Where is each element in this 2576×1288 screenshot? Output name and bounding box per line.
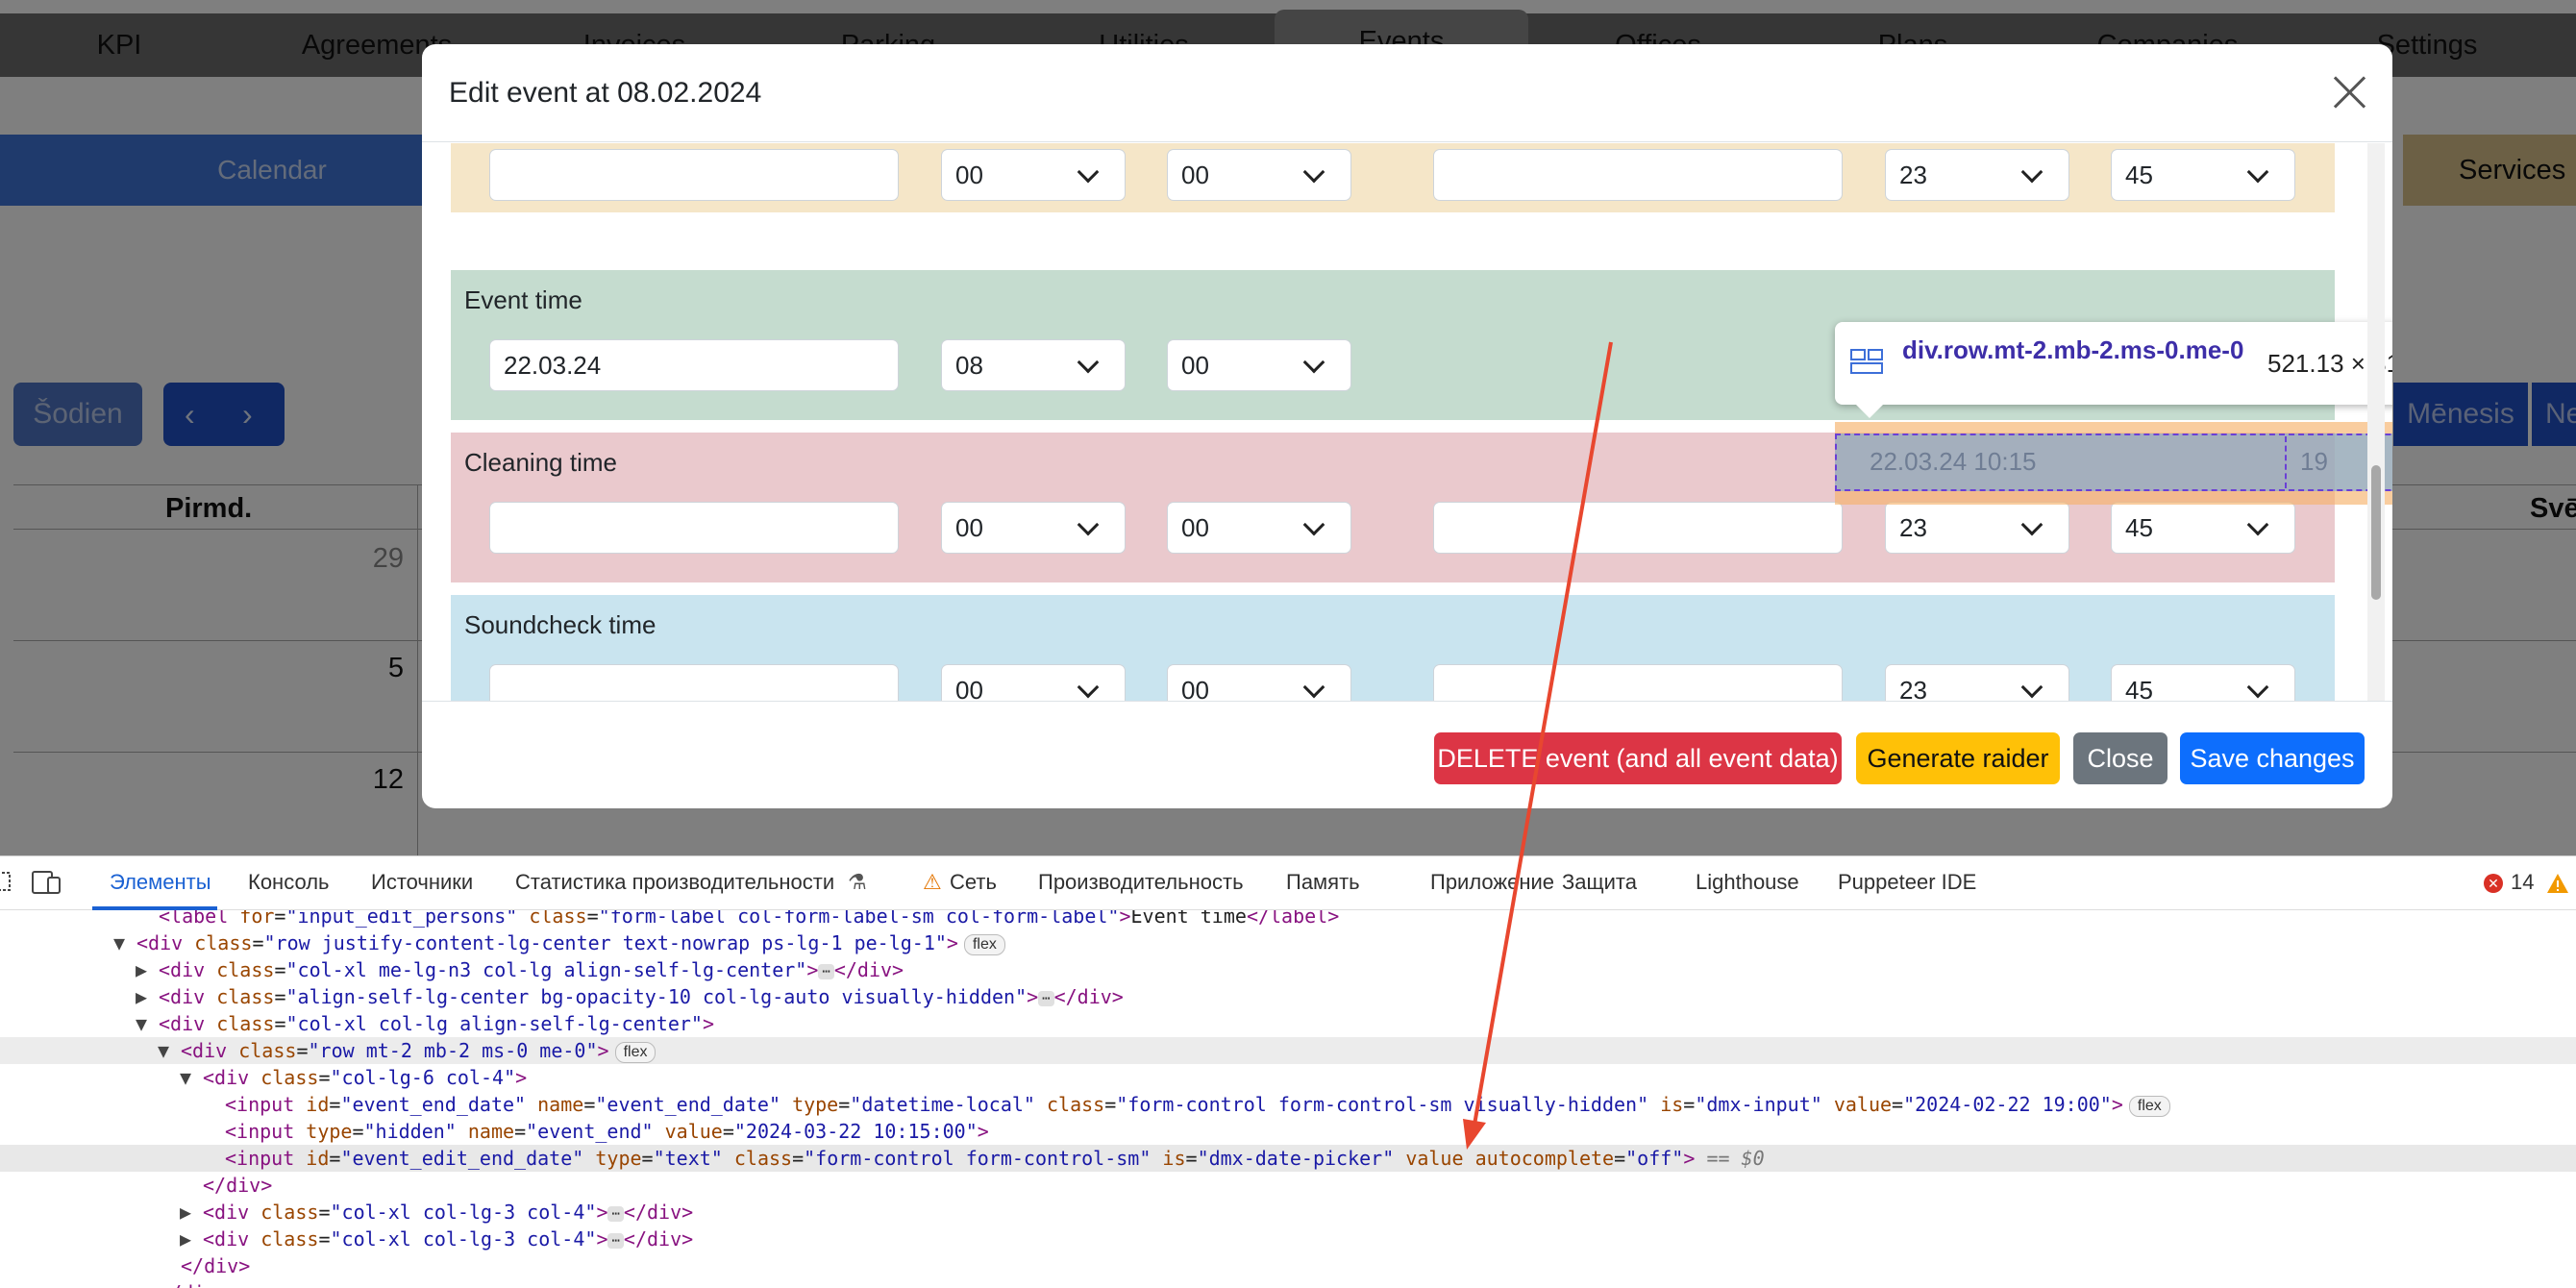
expand-toggle-icon[interactable]: ▶ <box>136 983 147 1010</box>
devtools-toolbar: Элементы Консоль Источники Статистика произ… <box>0 856 2576 910</box>
dom-node-line[interactable]: <input id="event_end_date" name="event_e… <box>0 1091 2576 1118</box>
inspector-selector: div.row.mt-2.mb-2.ms-0.me-0 <box>1902 335 2244 364</box>
experimental-flask-icon: ⚗ <box>848 870 867 894</box>
dom-node-line[interactable]: </div> <box>0 1279 2576 1288</box>
error-icon[interactable]: ✕ <box>2484 874 2503 893</box>
modal-footer: DELETE event (and all event data) Genera… <box>422 701 2392 808</box>
dom-node-line[interactable]: <input type="hidden" name="event_end" va… <box>0 1118 2576 1145</box>
warning-icon[interactable] <box>2545 872 2570 895</box>
start-minute-select[interactable]: 00 <box>1167 664 1351 701</box>
start-date-input[interactable]: 22.03.24 <box>489 339 899 391</box>
section-label: Event time <box>464 285 582 314</box>
section-label: Soundcheck time <box>464 610 656 639</box>
device-toggle-icon[interactable] <box>31 870 63 895</box>
dom-node-line[interactable]: ▼ <div class="row mt-2 mb-2 ms-0 me-0"> fl… <box>0 1037 2576 1064</box>
start-hour-select[interactable]: 00 <box>941 502 1126 554</box>
devtools-tab[interactable]: Консоль <box>248 870 330 895</box>
inspector-highlight-content: 22.03.24 10:15 19 00 <box>1835 433 2392 491</box>
end-date-input[interactable] <box>1433 502 1843 554</box>
end-date-input[interactable] <box>1433 149 1843 201</box>
dom-node-line[interactable]: ▼ <div class="col-lg-6 col-4"> <box>0 1064 2576 1091</box>
start-hour-select[interactable]: 00 <box>941 664 1126 701</box>
expand-toggle-icon[interactable]: ▼ <box>180 1064 191 1091</box>
dom-node-line[interactable]: ▶ <div class="align-self-lg-center bg-opa… <box>0 983 2576 1010</box>
generate-raider-button[interactable]: Generate raider <box>1856 732 2060 784</box>
devtools-tab[interactable]: Puppeteer IDE <box>1838 870 1976 895</box>
expand-toggle-icon[interactable]: ▼ <box>158 1037 169 1064</box>
devtools-tab[interactable]: Статистика производительности <box>515 870 834 895</box>
devtools-tab[interactable]: Память <box>1286 870 1360 895</box>
devtools-tab[interactable]: Защита <box>1562 870 1637 895</box>
dom-node-line[interactable]: <label for="input_edit_persons" class="f… <box>0 910 2576 929</box>
modal-header: Edit event at 08.02.2024 <box>422 44 2392 142</box>
expand-toggle-icon[interactable]: ▶ <box>180 1226 191 1252</box>
start-minute-select[interactable]: 00 <box>1167 149 1351 201</box>
end-date-input[interactable]: 22.03.24 10:15 <box>1856 436 2264 488</box>
devtools-tab[interactable]: Сеть <box>950 870 997 895</box>
start-hour-select[interactable]: 08 <box>941 339 1126 391</box>
end-hour-select[interactable]: 23 <box>1885 149 2069 201</box>
time-section: Soundcheck time 00 00 23 45 <box>451 595 2335 701</box>
start-hour-select[interactable]: 00 <box>941 149 1126 201</box>
dom-node-line[interactable]: ▶ <div class="col-xl col-lg-3 col-4"> ⋯ </d… <box>0 1199 2576 1226</box>
elements-tree: <label for="input_edit_persons" class="f… <box>0 910 2576 1288</box>
dom-node-line[interactable]: <input id="event_edit_end_date" type="te… <box>0 1145 2576 1172</box>
start-date-input[interactable] <box>489 149 899 201</box>
end-minute-select[interactable]: 45 <box>2111 502 2295 554</box>
expand-toggle-icon[interactable]: ▶ <box>136 956 147 983</box>
start-minute-select[interactable]: 00 <box>1167 502 1351 554</box>
grid-layout-icon <box>1850 349 1883 374</box>
inspect-element-icon[interactable] <box>0 870 15 895</box>
devtools-panel: Элементы Консоль Источники Статистика произ… <box>0 855 2576 1288</box>
inspector-tooltip: div.row.mt-2.mb-2.ms-0.me-0 521.13 × 31 <box>1835 322 2392 418</box>
dom-node-line[interactable]: ▼ <div class="col-xl col-lg align-self-lg… <box>0 1010 2576 1037</box>
start-date-input[interactable] <box>489 502 899 554</box>
end-date-input[interactable] <box>1433 664 1843 701</box>
modal-body: 00 00 23 45 Event time 22.03.24 08 00 Cleaning t… <box>422 143 2392 701</box>
error-count[interactable]: 14 <box>2511 870 2534 895</box>
expand-toggle-icon[interactable]: ▶ <box>180 1199 191 1226</box>
save-changes-button[interactable]: Save changes <box>2180 732 2365 784</box>
close-button[interactable]: Close <box>2073 732 2167 784</box>
dom-node-line[interactable]: ▶ <div class="col-xl me-lg-n3 col-lg alig… <box>0 956 2576 983</box>
devtools-tab[interactable]: Элементы <box>110 870 211 895</box>
start-minute-select[interactable]: 00 <box>1167 339 1351 391</box>
devtools-tab[interactable]: Приложение <box>1430 870 1554 895</box>
close-icon[interactable] <box>2331 73 2369 111</box>
devtools-tab[interactable]: Производительность <box>1038 870 1244 895</box>
expand-toggle-icon[interactable]: ▼ <box>113 929 125 956</box>
start-date-input[interactable] <box>489 664 899 701</box>
dom-node-line[interactable]: </div> <box>0 1172 2576 1199</box>
expand-toggle-icon[interactable]: ▼ <box>136 1010 147 1037</box>
end-hour-select[interactable]: 23 <box>1885 502 2069 554</box>
dom-node-line[interactable]: ▼ <div class="row justify-content-lg-cent… <box>0 929 2576 956</box>
devtools-tab[interactable]: Lighthouse <box>1696 870 1799 895</box>
delete-event-button[interactable]: DELETE event (and all event data) <box>1434 732 1842 784</box>
section-label: Cleaning time <box>464 448 617 477</box>
network-warning-icon: ⚠ <box>923 870 942 894</box>
edit-event-modal: Edit event at 08.02.2024 00 00 23 45 Event t… <box>422 44 2392 808</box>
scrollbar-thumb[interactable] <box>2371 465 2381 600</box>
modal-title: Edit event at 08.02.2024 <box>449 77 762 109</box>
time-section: 00 00 23 45 <box>451 143 2335 212</box>
dom-node-line[interactable]: ▶ <div class="col-xl col-lg-3 col-4"> ⋯ </d… <box>0 1226 2576 1252</box>
end-minute-select[interactable]: 45 <box>2111 664 2295 701</box>
end-hour-select[interactable]: 23 <box>1885 664 2069 701</box>
devtools-tab[interactable]: Источники <box>371 870 473 895</box>
modal-scrollbar[interactable] <box>2367 143 2385 701</box>
end-minute-select[interactable]: 45 <box>2111 149 2295 201</box>
dom-node-line[interactable]: </div> <box>0 1252 2576 1279</box>
